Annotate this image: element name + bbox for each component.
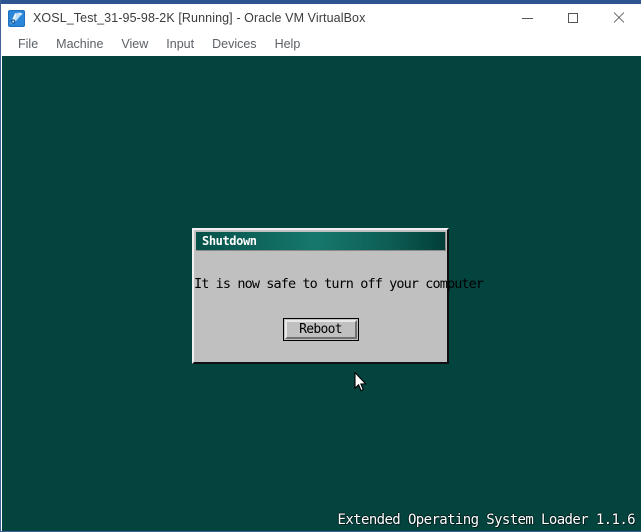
shutdown-dialog-message: It is now safe to turn off your computer [194, 276, 484, 292]
minimize-button[interactable] [504, 4, 550, 32]
window-controls [504, 4, 641, 32]
minimize-icon [521, 17, 533, 19]
shutdown-dialog: Shutdown It is now safe to turn off your… [192, 228, 484, 364]
reboot-button-label: Reboot [299, 322, 342, 337]
shutdown-dialog-title: Shutdown [202, 234, 257, 248]
menu-item-view[interactable]: View [112, 33, 157, 55]
menu-item-machine[interactable]: Machine [47, 33, 112, 55]
virtualbox-window: XOSL_Test_31-95-98-2K [Running] - Oracle… [0, 0, 641, 532]
guest-screen[interactable]: Shutdown It is now safe to turn off your… [2, 56, 641, 531]
reboot-button[interactable]: Reboot [282, 318, 359, 341]
xosl-branding-text: Extended Operating System Loader 1.1.6 [337, 512, 636, 528]
close-button[interactable] [596, 4, 641, 32]
close-icon [613, 12, 625, 24]
window-title: XOSL_Test_31-95-98-2K [Running] - Oracle… [33, 11, 366, 25]
virtualbox-logo-icon [8, 9, 25, 27]
menubar: File Machine View Input Devices Help [1, 32, 641, 56]
menu-item-help[interactable]: Help [266, 33, 310, 55]
menu-item-input[interactable]: Input [157, 33, 203, 55]
maximize-icon [568, 13, 578, 23]
menu-item-file[interactable]: File [9, 33, 47, 55]
mouse-pointer-icon [354, 371, 368, 393]
menu-item-devices[interactable]: Devices [203, 33, 265, 55]
window-titlebar: XOSL_Test_31-95-98-2K [Running] - Oracle… [1, 4, 641, 32]
reboot-button-bevel: Reboot [284, 320, 357, 339]
maximize-button[interactable] [550, 4, 596, 32]
shutdown-dialog-titlebar: Shutdown [196, 232, 446, 251]
